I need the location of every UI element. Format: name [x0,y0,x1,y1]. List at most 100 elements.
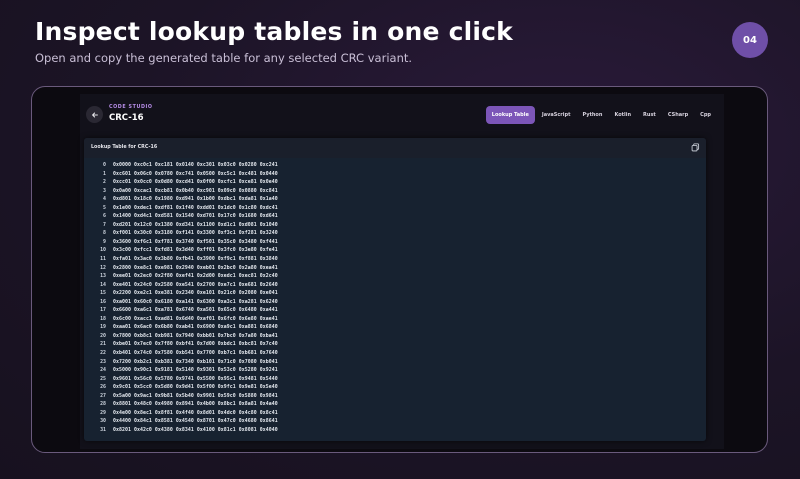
row-index: 1 [103,170,106,177]
table-row: 16 0xa001 0x60c0 0x6180 0xa141 0x6300 0xa… [92,298,278,307]
table-row: 7 0xd201 0x12c0 0x1380 0xd341 0x1100 0xd1… [92,221,278,230]
page-headline: Inspect lookup tables in one click [35,17,513,46]
table-row: 3 0x0a00 0xcac1 0xcb81 0x0b40 0xc901 0x09… [92,187,278,196]
lookup-table: 0 0x0000 0xc0c1 0xc181 0x0140 0xc301 0x03… [92,161,278,435]
row-index: 6 [103,213,106,220]
table-row: 27 0x5a00 0x9ac1 0x9b81 0x5b40 0x9901 0x5… [92,392,278,401]
row-values: 0x7800 0xb8c1 0xb981 0x7940 0xbb01 0x7bc… [113,332,278,339]
table-row: 21 0xbe01 0x7ec0 0x7f80 0xbf41 0x7d00 0xb… [92,340,278,349]
table-row: 8 0xf001 0x30c0 0x3180 0xf141 0x3300 0xf3… [92,229,278,238]
row-index: 8 [103,230,106,237]
row-index: 2 [103,179,106,186]
table-row: 4 0xd801 0x18c0 0x1980 0xd941 0x1b00 0xdb… [92,195,278,204]
table-row: 28 0x8801 0x48c0 0x4980 0x8941 0x4b00 0x8… [92,400,278,409]
row-values: 0xc601 0x06c0 0x0780 0xc741 0x0500 0xc5c… [113,170,278,177]
row-values: 0x3c00 0xfcc1 0xfd81 0x3d40 0xff01 0x3fc… [113,247,278,254]
table-row: 24 0x5000 0x90c1 0x9181 0x5140 0x9301 0x5… [92,366,278,375]
row-index: 9 [103,238,106,245]
tab-rust[interactable]: Rust [638,107,661,123]
tab-python[interactable]: Python [577,107,607,123]
row-index: 10 [100,247,106,254]
table-row: 20 0x7800 0xb8c1 0xb981 0x7940 0xbb01 0x7… [92,332,278,341]
table-row: 29 0x4e00 0x8ec1 0x8f81 0x4f40 0x8d01 0x4… [92,409,278,418]
row-index: 26 [100,384,106,391]
row-index: 28 [100,401,106,408]
row-index: 4 [103,196,106,203]
row-values: 0x2200 0xe2c1 0xe381 0x2340 0xe101 0x21c… [113,290,278,297]
row-index: 22 [100,350,106,357]
row-values: 0x9c01 0x5cc0 0x5d80 0x9d41 0x5f00 0x9fc… [113,384,278,391]
row-index: 5 [103,204,106,211]
lookup-table-panel: Lookup Table for CRC-16 0 0x0000 0xc0c1 0… [84,138,706,441]
crc-title: CRC-16 [109,113,144,123]
table-row: 18 0x6c00 0xacc1 0xad81 0x6d40 0xaf01 0x6… [92,315,278,324]
row-values: 0x9601 0x56c0 0x5780 0x9741 0x5500 0x95c… [113,375,278,382]
row-values: 0xd201 0x12c0 0x1380 0xd341 0x1100 0xd1c… [113,221,278,228]
page-subline: Open and copy the generated table for an… [35,51,413,65]
table-row: 1 0xc601 0x06c0 0x0780 0xc741 0x0500 0xc5… [92,170,278,179]
panel-header: Lookup Table for CRC-16 [84,138,706,158]
row-values: 0xbe01 0x7ec0 0x7f80 0xbf41 0x7d00 0xbdc… [113,341,278,348]
row-values: 0x5000 0x90c1 0x9181 0x5140 0x9301 0x53c… [113,367,278,374]
table-row: 10 0x3c00 0xfcc1 0xfd81 0x3d40 0xff01 0x3… [92,246,278,255]
table-row: 26 0x9c01 0x5cc0 0x5d80 0x9d41 0x5f00 0x9… [92,383,278,392]
row-values: 0x5a00 0x9ac1 0x9b81 0x5b40 0x9901 0x59c… [113,392,278,399]
row-index: 14 [100,281,106,288]
row-index: 0 [103,162,106,168]
row-values: 0xb401 0x74c0 0x7580 0xb541 0x7700 0xb7c… [113,350,278,357]
table-row: 31 0x8201 0x42c0 0x4380 0x8341 0x4100 0x8… [92,426,278,435]
row-index: 25 [100,375,106,382]
table-row: 22 0xb401 0x74c0 0x7580 0xb541 0x7700 0xb… [92,349,278,358]
row-index: 29 [100,409,106,416]
row-values: 0x4e00 0x8ec1 0x8f81 0x4f40 0x8d01 0x4dc… [113,409,278,416]
device-frame: CODE STUDIO CRC-16 Lookup Table JavaScri… [31,86,768,453]
table-row: 23 0x7200 0xb2c1 0xb381 0x7340 0xb101 0x7… [92,358,278,367]
tab-csharp[interactable]: CSharp [663,107,693,123]
table-row: 14 0xe401 0x24c0 0x2580 0xe541 0x2700 0xe… [92,281,278,290]
row-index: 27 [100,392,106,399]
row-index: 30 [100,418,106,425]
row-values: 0xe401 0x24c0 0x2580 0xe541 0x2700 0xe7c… [113,281,278,288]
row-index: 12 [100,264,106,271]
row-values: 0x8801 0x48c0 0x4980 0x8941 0x4b00 0x8bc… [113,401,278,408]
row-values: 0x3600 0xf6c1 0xf781 0x3740 0xf501 0x35c… [113,238,278,245]
tab-bar: Lookup Table JavaScript Python Kotlin Ru… [485,106,716,124]
table-row: 0 0x0000 0xc0c1 0xc181 0x0140 0xc301 0x03… [92,161,278,170]
row-index: 7 [103,221,106,228]
row-index: 21 [100,341,106,348]
tab-lookup-table[interactable]: Lookup Table [485,106,535,124]
back-button[interactable] [86,106,103,123]
row-values: 0x2800 0xe8c1 0xe981 0x2940 0xeb01 0x2bc… [113,264,278,271]
row-index: 20 [100,332,106,339]
table-row: 12 0x2800 0xe8c1 0xe981 0x2940 0xeb01 0x2… [92,264,278,273]
row-values: 0xa001 0x60c0 0x6180 0xa141 0x6300 0xa3c… [113,298,278,305]
table-row: 5 0x1e00 0xdec1 0xdf81 0x1f40 0xdd01 0x1d… [92,204,278,213]
row-index: 13 [100,273,106,280]
panel-title: Lookup Table for CRC-16 [91,145,158,150]
row-values: 0xaa01 0x6ac0 0x6b80 0xab41 0x6900 0xa9c… [113,324,278,331]
row-values: 0x0a00 0xcac1 0xcb81 0x0b40 0xc901 0x09c… [113,187,278,194]
app-window: CODE STUDIO CRC-16 Lookup Table JavaScri… [80,94,724,449]
row-index: 15 [100,290,106,297]
row-index: 17 [100,307,106,314]
table-row: 17 0x6600 0xa6c1 0xa781 0x6740 0xa501 0x6… [92,306,278,315]
row-values: 0xd801 0x18c0 0x1980 0xd941 0x1b00 0xdbc… [113,196,278,203]
copy-icon[interactable] [691,143,700,152]
row-values: 0x8201 0x42c0 0x4380 0x8341 0x4100 0x81c… [113,426,278,433]
row-values: 0x6600 0xa6c1 0xa781 0x6740 0xa501 0x65c… [113,307,278,314]
table-row: 30 0x4400 0x84c1 0x8581 0x4540 0x8701 0x4… [92,417,278,426]
row-index: 19 [100,324,106,331]
studio-label: CODE STUDIO [109,105,153,110]
table-row: 6 0x1400 0xd4c1 0xd581 0x1540 0xd701 0x17… [92,212,278,221]
row-index: 23 [100,358,106,365]
tab-kotlin[interactable]: Kotlin [609,107,636,123]
table-row: 19 0xaa01 0x6ac0 0x6b80 0xab41 0x6900 0xa… [92,323,278,332]
table-row: 9 0x3600 0xf6c1 0xf781 0x3740 0xf501 0x35… [92,238,278,247]
row-index: 18 [100,315,106,322]
row-index: 31 [100,426,106,433]
tab-javascript[interactable]: JavaScript [537,107,576,123]
row-values: 0x0000 0xc0c1 0xc181 0x0140 0xc301 0x03c… [113,162,278,168]
table-row: 13 0xee01 0x2ec0 0x2f80 0xef41 0x2d00 0xe… [92,272,278,281]
tab-cpp[interactable]: Cpp [695,107,716,123]
row-index: 11 [100,256,106,263]
